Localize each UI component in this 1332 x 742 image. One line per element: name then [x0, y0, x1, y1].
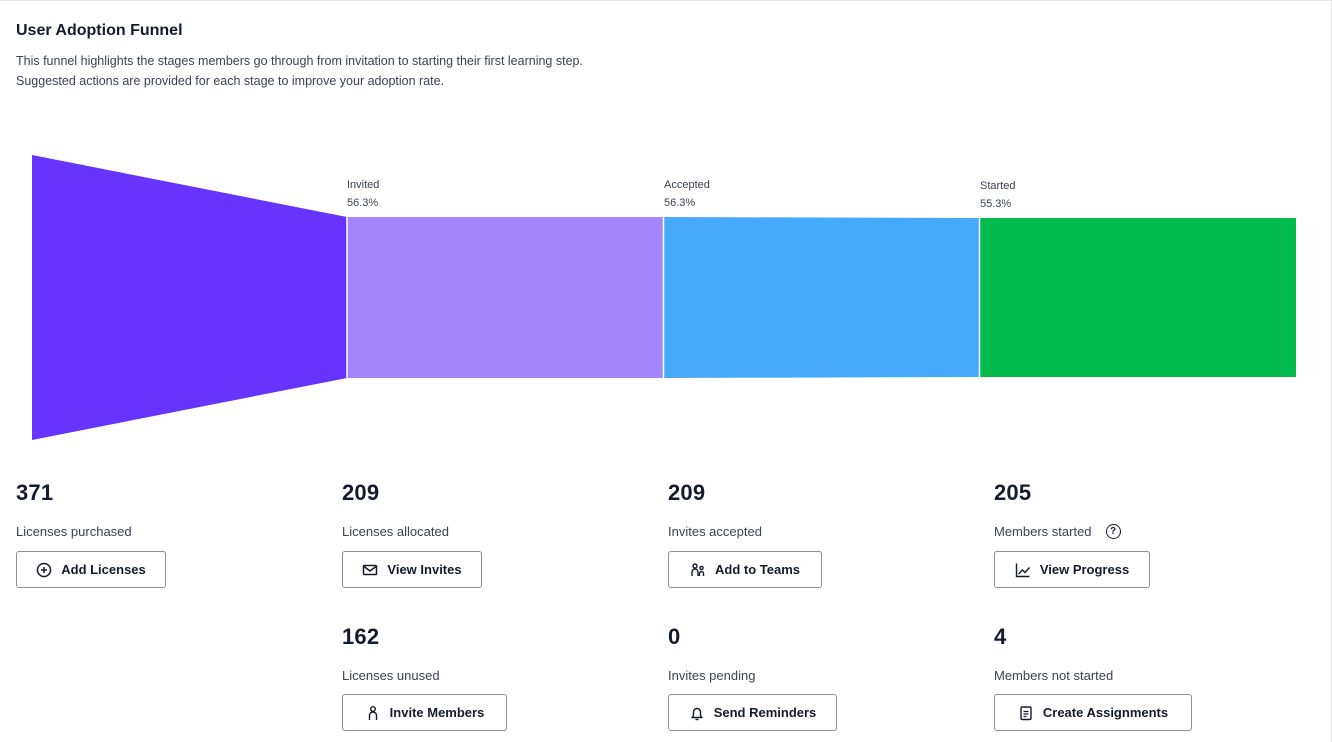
- stage-name: Started: [980, 180, 1016, 192]
- description-line-1: This funnel highlights the stages member…: [16, 54, 583, 68]
- envelope-icon: [363, 564, 378, 575]
- metric-value: 0: [668, 624, 681, 649]
- metric-members-started: 205 Members started ?: [994, 480, 1121, 539]
- metric-label: Members not started: [994, 668, 1114, 683]
- metric-value: 371: [16, 480, 54, 505]
- button-label: Invite Members: [389, 705, 485, 720]
- page-title: User Adoption Funnel: [16, 22, 183, 39]
- metric-label: Licenses allocated: [342, 524, 449, 539]
- stage-name: Accepted: [664, 179, 710, 191]
- metric-label-row: Members started ?: [994, 524, 1121, 539]
- funnel-stage-invited: [347, 217, 663, 378]
- view-invites-button[interactable]: View Invites: [342, 551, 482, 588]
- send-reminders-button[interactable]: Send Reminders: [668, 694, 837, 731]
- funnel-stage-purchased: [32, 155, 347, 440]
- metric-label: Invites accepted: [668, 524, 762, 539]
- metric-label: Licenses unused: [342, 668, 440, 683]
- person-icon: [368, 705, 377, 720]
- help-icon[interactable]: ?: [1105, 524, 1121, 539]
- stage-label-started: Started 55.3%: [980, 177, 1015, 213]
- metric-label: Members started: [994, 524, 1092, 539]
- stage-name: Invited: [347, 179, 380, 191]
- metric-value: 209: [668, 480, 706, 505]
- create-assignments-button[interactable]: Create Assignments: [994, 694, 1192, 731]
- metric-value: 4: [994, 624, 1007, 649]
- button-label: Create Assignments: [1042, 705, 1169, 720]
- button-label: View Invites: [387, 562, 462, 577]
- metric-value: 205: [994, 480, 1032, 505]
- button-label: Add to Teams: [715, 562, 800, 577]
- description-line-2: Suggested actions are provided for each …: [16, 74, 445, 88]
- metric-licenses-purchased: 371 Licenses purchased: [16, 480, 132, 539]
- chart-line-icon: [1015, 563, 1030, 577]
- metric-members-not-started: 4 Members not started: [994, 624, 1113, 683]
- clipboard-icon: [1020, 705, 1032, 720]
- view-progress-button[interactable]: View Progress: [994, 551, 1150, 588]
- plus-circle-icon: [36, 562, 52, 577]
- top-border: [0, 0, 1332, 1]
- add-licenses-button[interactable]: Add Licenses: [16, 551, 166, 588]
- metric-label: Licenses purchased: [16, 524, 132, 539]
- metric-value: 209: [342, 480, 380, 505]
- button-label: View Progress: [1039, 562, 1130, 577]
- stage-percent: 56.3%: [347, 197, 379, 209]
- stage-label-accepted: Accepted 56.3%: [664, 176, 710, 212]
- metric-invites-pending: 0 Invites pending: [668, 624, 755, 683]
- funnel-stage-accepted: [664, 217, 979, 378]
- metric-licenses-unused: 162 Licenses unused: [342, 624, 440, 683]
- button-label: Send Reminders: [713, 705, 817, 720]
- button-label: Add Licenses: [61, 562, 146, 577]
- team-icon: [691, 562, 705, 576]
- add-to-teams-button[interactable]: Add to Teams: [668, 551, 822, 588]
- stage-label-invited: Invited 56.3%: [347, 176, 379, 212]
- funnel-stage-started: [980, 218, 1296, 377]
- bell-icon: [691, 707, 703, 720]
- stage-percent: 55.3%: [980, 198, 1012, 210]
- stage-percent: 56.3%: [664, 197, 696, 209]
- metric-invites-accepted: 209 Invites accepted: [668, 480, 762, 539]
- invite-members-button[interactable]: Invite Members: [342, 694, 507, 731]
- metric-licenses-allocated: 209 Licenses allocated: [342, 480, 449, 539]
- metric-label: Invites pending: [668, 668, 756, 683]
- metric-value: 162: [342, 624, 380, 649]
